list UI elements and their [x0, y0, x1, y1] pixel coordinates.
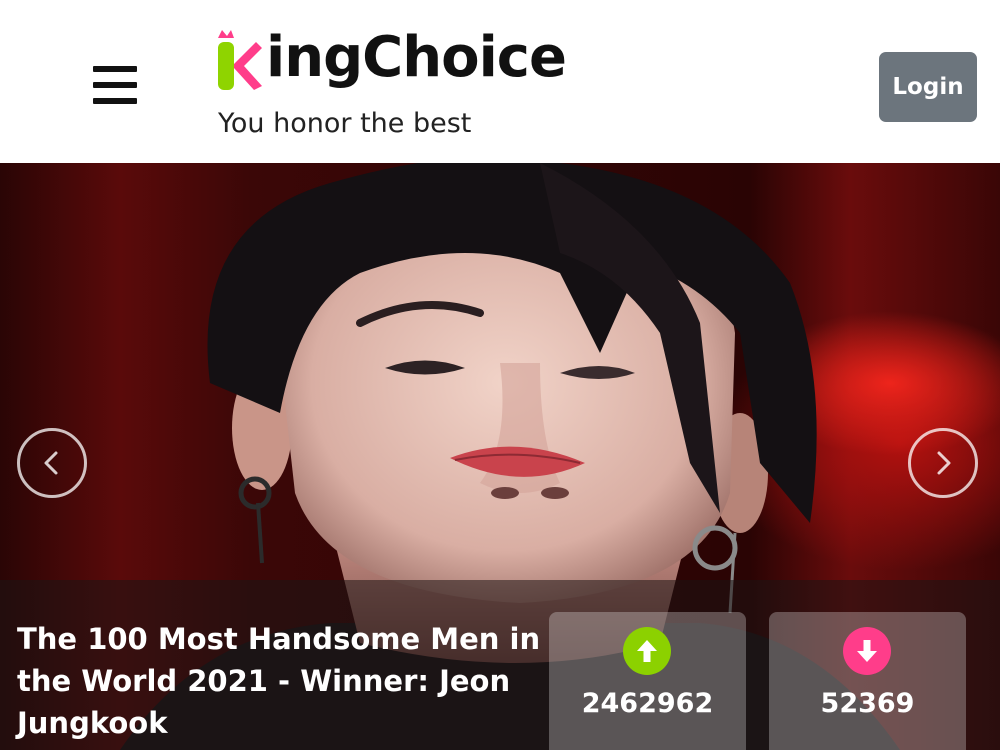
tagline: You honor the best — [218, 108, 472, 139]
chevron-left-icon — [44, 451, 58, 475]
arrow-up-icon — [623, 627, 671, 675]
carousel-prev-button[interactable] — [17, 428, 87, 498]
upvote-button[interactable]: 2462962 — [549, 612, 746, 750]
logo-text: ingChoice — [266, 25, 567, 90]
site-header: ingChoice You honor the best Login — [0, 0, 1000, 163]
downvote-button[interactable]: 52369 — [769, 612, 966, 750]
site-logo[interactable]: ingChoice — [216, 18, 567, 90]
logo-k-mark — [216, 28, 264, 90]
login-button[interactable]: Login — [879, 52, 977, 122]
carousel-next-button[interactable] — [908, 428, 978, 498]
downvote-count: 52369 — [820, 688, 915, 719]
chevron-right-icon — [937, 451, 951, 475]
arrow-down-icon — [843, 627, 891, 675]
upvote-count: 2462962 — [581, 688, 714, 719]
poll-title-link[interactable]: The 100 Most Handsome Men in the World 2… — [17, 618, 547, 744]
hero-carousel: The 100 Most Handsome Men in the World 2… — [0, 163, 1000, 750]
hamburger-menu-icon[interactable] — [93, 66, 137, 104]
